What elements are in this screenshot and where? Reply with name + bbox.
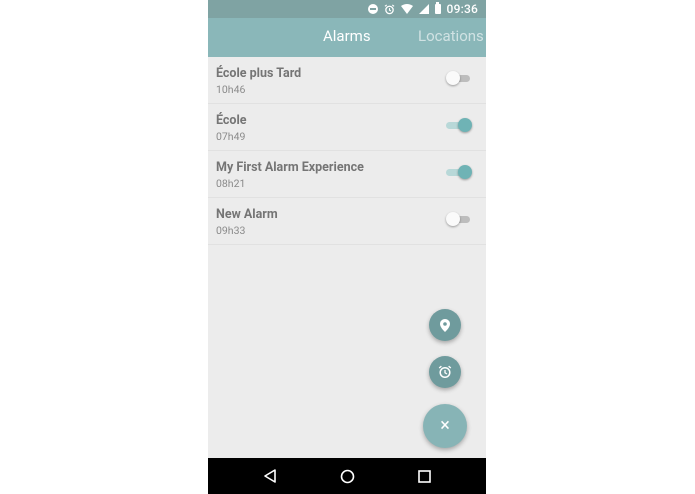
status-bar: 09:36 [208, 0, 486, 18]
recents-button[interactable] [416, 468, 432, 484]
home-icon [340, 469, 354, 483]
status-icons: 09:36 [367, 2, 478, 16]
alarm-row[interactable]: My First Alarm Experience 08h21 [208, 151, 486, 198]
alarm-toggle[interactable] [446, 212, 470, 226]
app-bar: Alarms Locations [208, 18, 486, 57]
add-location-button[interactable] [429, 309, 461, 341]
navigation-bar [208, 458, 486, 494]
alarm-clock-icon [438, 365, 452, 379]
add-alarm-button[interactable] [429, 356, 461, 388]
back-button[interactable] [262, 468, 278, 484]
battery-icon [434, 2, 441, 14]
recents-icon [417, 469, 431, 483]
alarm-time: 08h21 [216, 177, 246, 190]
close-icon: × [440, 415, 450, 436]
alarm-toggle[interactable] [446, 71, 470, 85]
close-fab-menu-button[interactable]: × [423, 404, 467, 448]
alarm-time: 09h33 [216, 224, 246, 237]
wifi-icon [400, 4, 413, 14]
alarm-list: École plus Tard 10h46 École 07h49 My Fir… [208, 57, 486, 245]
home-button[interactable] [339, 468, 355, 484]
alarm-row[interactable]: New Alarm 09h33 [208, 198, 486, 245]
back-icon [264, 469, 276, 483]
alarm-title: My First Alarm Experience [216, 160, 364, 175]
do-not-disturb-icon [367, 4, 378, 14]
location-pin-icon [440, 318, 450, 332]
tab-locations[interactable]: Locations [418, 27, 484, 45]
phone-screen: 09:36 Alarms Locations École plus Tard 1… [208, 0, 486, 494]
alarm-status-icon [384, 3, 394, 14]
alarm-toggle[interactable] [446, 165, 472, 179]
alarm-title: New Alarm [216, 207, 278, 222]
alarm-time: 07h49 [216, 130, 246, 143]
status-time: 09:36 [446, 2, 478, 16]
tab-alarms[interactable]: Alarms [323, 27, 371, 45]
cell-signal-icon [418, 4, 429, 14]
alarm-row[interactable]: École 07h49 [208, 104, 486, 151]
alarm-row[interactable]: École plus Tard 10h46 [208, 57, 486, 104]
alarm-time: 10h46 [216, 83, 246, 96]
alarm-title: École plus Tard [216, 66, 302, 81]
alarm-title: École [216, 113, 247, 128]
alarm-toggle[interactable] [446, 118, 472, 132]
